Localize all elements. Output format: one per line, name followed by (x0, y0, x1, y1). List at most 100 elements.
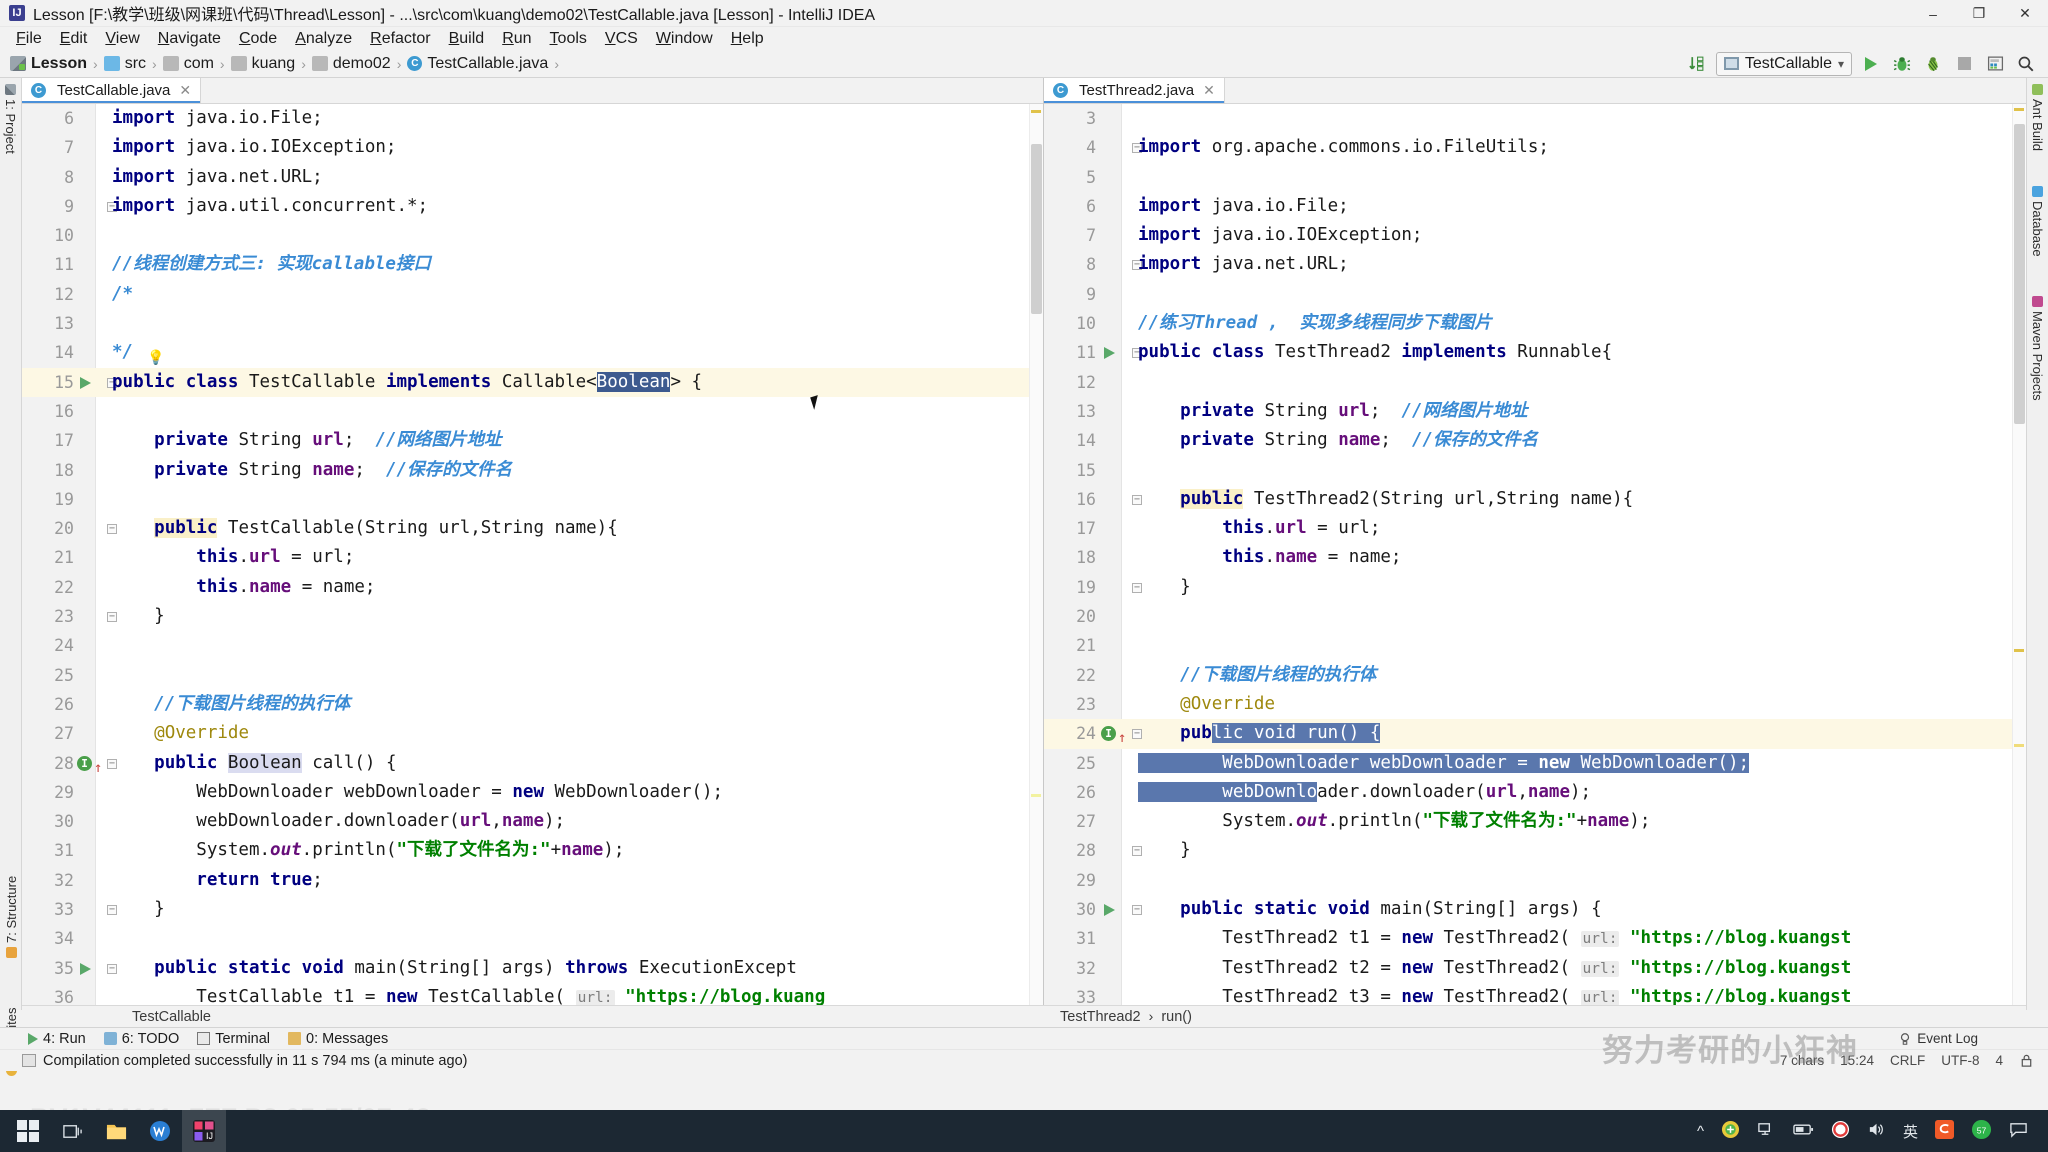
sidebar-item-ant-build[interactable]: Ant Build (2030, 84, 2045, 151)
code-line[interactable]: 18 private String name; //保存的文件名 (22, 456, 1043, 485)
code-line[interactable]: 15− public class TestCallable implements … (22, 367, 1043, 398)
run-with-coverage-icon[interactable] (1921, 52, 1945, 76)
intellij-idea-icon[interactable]: IJ (182, 1110, 226, 1152)
gutter-run-icon[interactable] (80, 962, 91, 975)
code-line[interactable]: 27 @Override (22, 719, 1043, 748)
breadcrumb-testcallable-java[interactable]: C TestCallable.java (405, 55, 550, 73)
code-line[interactable]: 26 //下载图片线程的执行体 (22, 690, 1043, 719)
breadcrumb-src[interactable]: src (102, 55, 148, 73)
code-line[interactable]: 29 WebDownloader webDownloader = new Web… (22, 778, 1043, 807)
code-line[interactable]: 14 💡 */ (22, 338, 1043, 367)
code-line[interactable]: 32 TestThread2 t2 = new TestThread2( url… (1044, 954, 2026, 983)
close-icon[interactable]: ✕ (179, 82, 191, 99)
code-line[interactable]: 16− public TestThread2(String url,String… (1044, 485, 2026, 514)
gutter-run-icon[interactable] (80, 376, 91, 389)
menu-help[interactable]: Help (722, 28, 773, 50)
code-line[interactable]: 34 (22, 924, 1043, 953)
maximize-button[interactable]: ❐ (1956, 0, 2002, 27)
code-content-right[interactable]: 3 4− import org.apache.commons.io.FileUtil… (1044, 104, 2026, 1010)
code-line[interactable]: 20 (1044, 602, 2026, 631)
tool-window-run[interactable]: 4: Run (28, 1031, 86, 1047)
code-line[interactable]: 14 private String name; //保存的文件名 (1044, 426, 2026, 455)
code-line[interactable]: 24 (22, 631, 1043, 660)
code-line[interactable]: 33− } (22, 895, 1043, 924)
code-line[interactable]: 29 (1044, 866, 2026, 895)
code-line[interactable]: 22 //下载图片线程的执行体 (1044, 661, 2026, 690)
gutter-implements-icon[interactable]: I (77, 755, 92, 771)
code-line[interactable]: 10 //练习Thread , 实现多线程同步下载图片 (1044, 309, 2026, 338)
gutter-run-icon[interactable] (1104, 904, 1115, 917)
code-line[interactable]: 3 (1044, 104, 2026, 133)
file-explorer-icon[interactable] (94, 1110, 138, 1152)
code-line[interactable]: 12 (1044, 368, 2026, 397)
tab-test-callable[interactable]: C TestCallable.java ✕ (22, 78, 202, 103)
close-icon[interactable]: ✕ (1203, 82, 1215, 99)
menu-window[interactable]: Window (647, 28, 722, 50)
code-content-left[interactable]: 6 import java.io.File; 7 import java.io.IOE… (22, 104, 1043, 1010)
sidebar-item-maven-projects[interactable]: Maven Projects (2030, 296, 2045, 401)
code-line[interactable]: 28− } (1044, 836, 2026, 865)
code-line[interactable]: 31 System.out.println("下载了文件名为:"+name); (22, 836, 1043, 865)
volume-icon[interactable] (1867, 1120, 1886, 1143)
code-line[interactable]: 30− public static void main(String[] arg… (1044, 895, 2026, 924)
code-line[interactable]: 4− import org.apache.commons.io.FileUtils… (1044, 133, 2026, 162)
error-stripe-left[interactable] (1029, 104, 1043, 1010)
gutter-run-icon[interactable] (1104, 347, 1115, 360)
code-line[interactable]: 21 (1044, 631, 2026, 660)
caret-position[interactable]: 15:24 (1840, 1053, 1874, 1068)
code-line[interactable]: 31 TestThread2 t1 = new TestThread2( url… (1044, 924, 2026, 953)
breadcrumb-lesson[interactable]: Lesson (8, 55, 89, 73)
breadcrumb-left[interactable]: TestCallable (22, 1009, 1044, 1025)
record-icon[interactable] (1831, 1120, 1850, 1143)
code-line[interactable]: 32 return true; (22, 866, 1043, 895)
code-line[interactable]: 23− } (22, 602, 1043, 631)
code-line[interactable]: 11− public class TestThread2 implements R… (1044, 338, 2026, 367)
breadcrumb-kuang[interactable]: kuang (229, 55, 298, 73)
battery-icon[interactable] (1793, 1121, 1814, 1141)
breadcrumb-com[interactable]: com (161, 55, 216, 73)
menu-vcs[interactable]: VCS (596, 28, 647, 50)
sort-numeric-icon[interactable] (1685, 52, 1709, 76)
notifications-icon[interactable] (2009, 1120, 2028, 1143)
menu-navigate[interactable]: Navigate (149, 28, 230, 50)
code-line[interactable]: 19− } (1044, 573, 2026, 602)
code-line[interactable]: 6 import java.io.File; (22, 104, 1043, 133)
minimize-button[interactable]: – (1910, 0, 1956, 27)
menu-build[interactable]: Build (440, 28, 494, 50)
error-stripe-right[interactable] (2012, 104, 2026, 1010)
code-line[interactable]: 10 (22, 221, 1043, 250)
stop-icon[interactable] (1952, 52, 1976, 76)
sogou-icon[interactable] (1935, 1119, 1954, 1143)
menu-analyze[interactable]: Analyze (286, 28, 361, 50)
search-icon[interactable] (2014, 52, 2038, 76)
code-line[interactable]: 19 (22, 485, 1043, 514)
code-line[interactable]: 7 import java.io.IOException; (1044, 221, 2026, 250)
sidebar-item-project[interactable]: 1: Project (3, 84, 18, 154)
network-icon[interactable] (1757, 1120, 1776, 1143)
code-line[interactable]: 25 WebDownloader webDownloader = new Web… (1044, 749, 2026, 778)
code-line[interactable]: 27 System.out.println("下载了文件名为:"+name); (1044, 807, 2026, 836)
code-line[interactable]: 8− import java.net.URL; (1044, 250, 2026, 279)
code-line[interactable]: 17 private String url; //网络图片地址 (22, 426, 1043, 455)
code-line[interactable]: 30 webDownloader.downloader(url,name); (22, 807, 1043, 836)
code-line[interactable]: 24 I ↑ − public void run() { (1044, 719, 2026, 749)
code-line[interactable]: 11 //线程创建方式三: 实现callable接口 (22, 250, 1043, 279)
menu-view[interactable]: View (96, 28, 148, 50)
code-line[interactable]: 9− import java.util.concurrent.*; (22, 192, 1043, 221)
close-button[interactable]: ✕ (2002, 0, 2048, 27)
code-editor-left[interactable]: 6 import java.io.File; 7 import java.io.IOE… (22, 104, 1043, 1010)
breadcrumb-right[interactable]: TestThread2 › run() (1044, 1008, 1192, 1025)
line-separator[interactable]: CRLF (1890, 1053, 1925, 1068)
code-line[interactable]: 7 import java.io.IOException; (22, 133, 1043, 162)
breadcrumb-method[interactable]: run() (1161, 1009, 1192, 1025)
code-line[interactable]: 13 private String url; //网络图片地址 (1044, 397, 2026, 426)
code-line[interactable]: 5 (1044, 163, 2026, 192)
code-line[interactable]: 28 I ↑ − public Boolean call() { (22, 749, 1043, 778)
security-score-icon[interactable]: 57 (1971, 1119, 1992, 1144)
menu-run[interactable]: Run (493, 28, 540, 50)
project-structure-icon[interactable] (1983, 52, 2007, 76)
code-line[interactable]: 22 this.name = name; (22, 573, 1043, 602)
breadcrumb-demo02[interactable]: demo02 (310, 55, 393, 73)
run-configuration-selector[interactable]: TestCallable ▾ (1715, 51, 1852, 76)
file-encoding[interactable]: UTF-8 (1941, 1053, 1979, 1068)
